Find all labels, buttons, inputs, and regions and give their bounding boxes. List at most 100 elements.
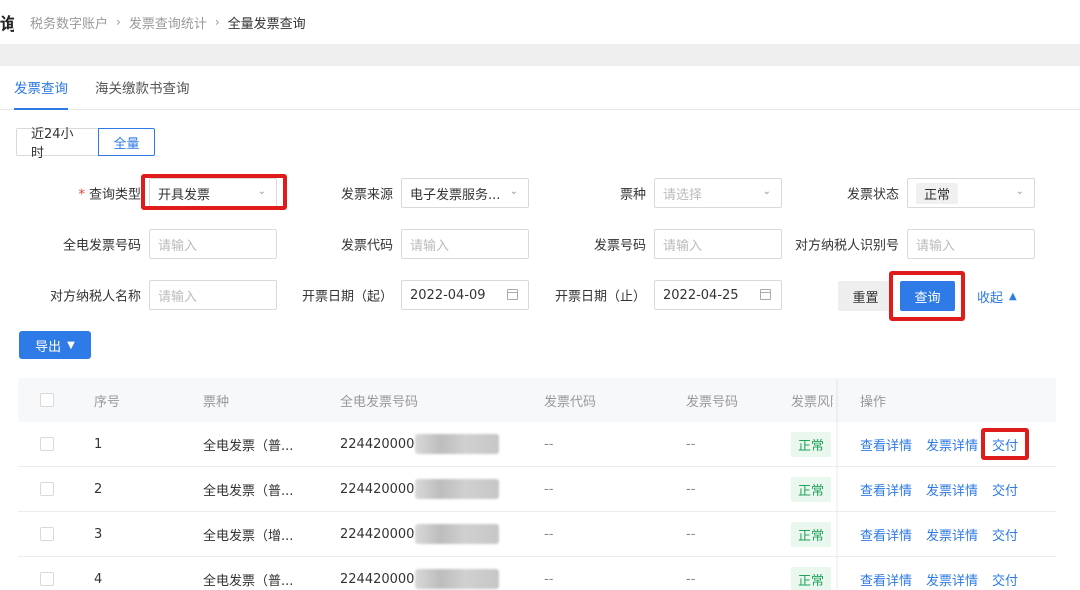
query-button[interactable]: 查询 [900, 281, 955, 311]
table-row: 2 全电发票（普... 224420000 -- -- 正常 查看详情 发票详情… [18, 467, 1056, 512]
page-divider [0, 44, 1080, 66]
page-title: 询 [0, 14, 14, 35]
row-checkbox[interactable] [40, 527, 54, 541]
chevron-down-icon: ⌄ [257, 186, 266, 197]
range-24h-button[interactable]: 近24小时 [16, 127, 99, 161]
row-actions: 查看详情 发票详情 交付 [860, 467, 1032, 511]
column-header: 发票号码 [686, 394, 739, 410]
row-ticket-type: 全电发票（普... [203, 483, 294, 499]
invoice-details-link[interactable]: 发票详情 [926, 570, 978, 589]
tab-invoice-query[interactable]: 发票查询 [14, 65, 68, 110]
status-badge: 正常 [791, 476, 832, 502]
invoice-source-select[interactable]: 电子发票服务... ⌄ [401, 178, 529, 208]
date-end-picker[interactable]: 2022-04-25 [654, 280, 782, 310]
query-type-label: * 查询类型 [78, 184, 141, 203]
counterparty-name-input[interactable]: 请输入 [149, 280, 277, 310]
collapse-link[interactable]: 收起 ▲ [977, 281, 1017, 311]
row-ticket-type: 全电发票（普... [203, 438, 294, 454]
status-chip: 正常 [916, 182, 959, 204]
row-invoice-code: -- [544, 481, 554, 497]
row-index: 2 [94, 481, 103, 497]
row-risk-cell: 正常 [791, 512, 832, 556]
invoice-no-label: 发票号码 [593, 238, 646, 254]
row-invoice-code: -- [544, 571, 554, 587]
tab-bar: 发票查询 海关缴款书查询 [0, 66, 1080, 110]
invoice-status-select[interactable]: 正常 ⌄ [907, 178, 1035, 208]
range-all-button[interactable]: 全量 [98, 128, 155, 156]
row-checkbox-cell [40, 467, 54, 511]
row-ticket-type: 全电发票（普... [203, 573, 294, 589]
reset-button[interactable]: 重置 [838, 281, 893, 311]
filter-row: * 查询类型 开具发票 ⌄ 发票来源 电子发票服务... ⌄ 票种 请选择 ⌄ 发… [0, 178, 1080, 208]
chevron-down-icon: ⌄ [509, 186, 518, 197]
date-end-value: 2022-04-25 [663, 287, 739, 303]
deliver-link[interactable]: 交付 [992, 525, 1018, 544]
fixed-column-shadow [836, 378, 839, 422]
breadcrumb: 税务数字账户 › 发票查询统计 › 全量发票查询 [30, 13, 306, 32]
row-number-prefix: 224420000 [340, 481, 415, 497]
row-checkbox[interactable] [40, 437, 54, 451]
status-badge: 正常 [791, 431, 832, 457]
view-details-link[interactable]: 查看详情 [860, 570, 912, 589]
tab-customs-payment-query[interactable]: 海关缴款书查询 [95, 65, 190, 109]
fixed-column-shadow [836, 512, 839, 556]
chevron-down-icon: ⌄ [762, 186, 771, 197]
row-risk-cell: 正常 [791, 557, 832, 590]
breadcrumb-item[interactable]: 发票查询统计 [129, 13, 207, 32]
invoice-code-label: 发票代码 [340, 238, 393, 254]
row-number-prefix: 224420000 [340, 571, 415, 587]
fixed-column-shadow [836, 467, 839, 511]
deliver-link[interactable]: 交付 [992, 570, 1018, 589]
row-number-prefix: 224420000 [340, 436, 415, 452]
breadcrumb-current: 全量发票查询 [227, 16, 306, 32]
row-invoice-code: -- [544, 436, 554, 452]
ticket-type-field: 票种 请选择 ⌄ [620, 178, 782, 208]
counterparty-tax-id-field: 对方纳税人识别号 请输入 [795, 229, 1035, 259]
redacted-block [415, 524, 500, 544]
invoice-no-input[interactable]: 请输入 [654, 229, 782, 259]
counterparty-name-field: 对方纳税人名称 请输入 [50, 280, 277, 310]
export-button[interactable]: 导出 ▼ [19, 331, 91, 359]
row-index: 1 [94, 436, 103, 452]
invoice-code-field: 发票代码 请输入 [341, 229, 529, 259]
row-invoice-no: -- [686, 481, 696, 497]
view-details-link[interactable]: 查看详情 [860, 435, 912, 454]
row-actions: 查看详情 发票详情 交付 [860, 557, 1032, 590]
breadcrumb-item[interactable]: 税务数字账户 [30, 13, 108, 32]
deliver-link[interactable]: 交付 [992, 435, 1018, 454]
ticket-type-select[interactable]: 请选择 ⌄ [654, 178, 782, 208]
counterparty-tax-id-label: 对方纳税人识别号 [794, 238, 899, 254]
date-start-value: 2022-04-09 [410, 287, 486, 303]
row-checkbox[interactable] [40, 482, 54, 496]
chevron-down-icon: ⌄ [1015, 186, 1024, 197]
full-invoice-no-input[interactable]: 请输入 [149, 229, 277, 259]
select-all-checkbox[interactable] [40, 393, 54, 407]
table-row: 1 全电发票（普... 224420000 -- -- 正常 查看详情 发票详情… [18, 422, 1056, 467]
invoice-source-value: 电子发票服务... [410, 187, 501, 203]
column-header: 发票代码 [544, 394, 597, 410]
invoice-status-field: 发票状态 正常 ⌄ [847, 178, 1035, 208]
row-number-prefix: 224420000 [340, 526, 415, 542]
query-type-select[interactable]: 开具发票 ⌄ [149, 178, 277, 208]
row-full-invoice-no: 224420000 [340, 512, 500, 556]
date-start-picker[interactable]: 2022-04-09 [401, 280, 529, 310]
invoice-details-link[interactable]: 发票详情 [926, 435, 978, 454]
row-invoice-code: -- [544, 526, 554, 542]
invoice-details-link[interactable]: 发票详情 [926, 480, 978, 499]
select-all-checkbox-cell [40, 378, 54, 422]
deliver-link[interactable]: 交付 [992, 480, 1018, 499]
invoice-code-input[interactable]: 请输入 [401, 229, 529, 259]
row-full-invoice-no: 224420000 [340, 422, 500, 466]
redacted-block [415, 434, 500, 454]
row-checkbox-cell [40, 557, 54, 590]
view-details-link[interactable]: 查看详情 [860, 525, 912, 544]
query-type-field: * 查询类型 开具发票 ⌄ [78, 178, 277, 208]
column-header: 全电发票号码 [340, 394, 419, 410]
view-details-link[interactable]: 查看详情 [860, 480, 912, 499]
counterparty-name-label: 对方纳税人名称 [49, 289, 141, 305]
row-invoice-no: -- [686, 526, 696, 542]
row-checkbox[interactable] [40, 572, 54, 586]
counterparty-tax-id-input[interactable]: 请输入 [907, 229, 1035, 259]
invoice-source-field: 发票来源 电子发票服务... ⌄ [341, 178, 529, 208]
invoice-details-link[interactable]: 发票详情 [926, 525, 978, 544]
